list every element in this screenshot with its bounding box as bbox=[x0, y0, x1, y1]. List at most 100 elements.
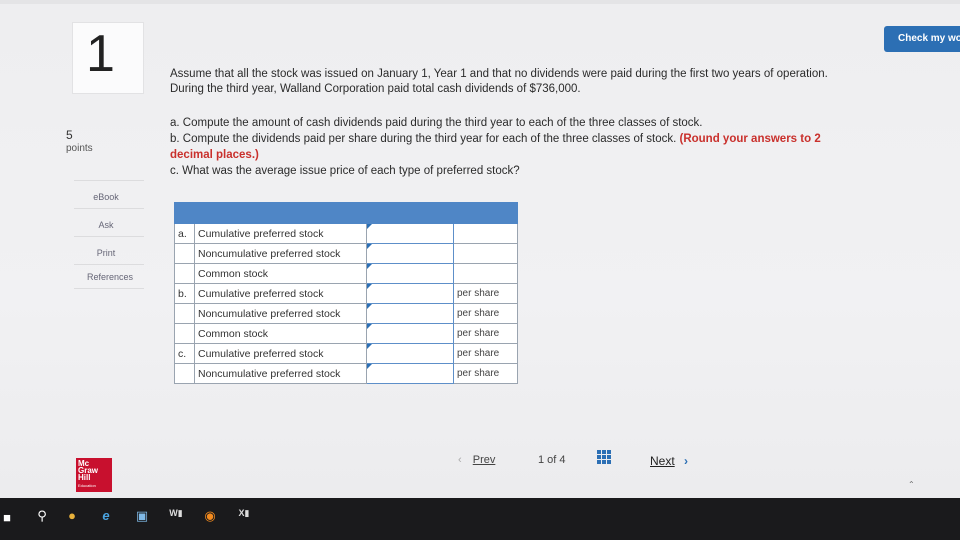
input-flag-icon bbox=[367, 224, 372, 229]
part-c-text: c. What was the average issue price of e… bbox=[170, 165, 520, 177]
ebook-link[interactable]: eBook bbox=[66, 192, 146, 202]
row-label: Cumulative preferred stock bbox=[194, 223, 367, 244]
intro-line-2: During the third year, Walland Corporati… bbox=[170, 83, 581, 95]
search-icon[interactable]: ⚲ bbox=[34, 508, 50, 524]
question-parts: a. Compute the amount of cash dividends … bbox=[170, 115, 950, 179]
row-label: Noncumulative preferred stock bbox=[194, 303, 367, 324]
row-unit: per share bbox=[453, 363, 518, 384]
table-row: Noncumulative preferred stock bbox=[174, 243, 518, 264]
top-strip bbox=[0, 0, 960, 4]
input-flag-icon bbox=[367, 304, 372, 309]
row-unit: per share bbox=[453, 343, 518, 364]
row-unit bbox=[453, 223, 518, 244]
part-b-text: b. Compute the dividends paid per share … bbox=[170, 131, 950, 147]
answer-input[interactable] bbox=[367, 345, 451, 362]
answer-cell bbox=[366, 343, 454, 364]
store-icon[interactable]: ▣ bbox=[134, 508, 150, 524]
input-flag-icon bbox=[367, 244, 372, 249]
excel-icon[interactable]: X▮ bbox=[234, 508, 254, 519]
row-label: Noncumulative preferred stock bbox=[194, 363, 367, 384]
input-flag-icon bbox=[367, 284, 372, 289]
row-unit: per share bbox=[453, 283, 518, 304]
next-label: Next bbox=[650, 454, 675, 468]
sidebar-divider bbox=[74, 264, 144, 265]
print-link[interactable]: Print bbox=[66, 248, 146, 258]
chrome-icon[interactable]: ● bbox=[64, 508, 80, 523]
table-row: Noncumulative preferred stock per share bbox=[174, 363, 518, 384]
answer-input[interactable] bbox=[367, 225, 451, 242]
chevron-right-icon: › bbox=[684, 454, 689, 468]
table-row: Noncumulative preferred stock per share bbox=[174, 303, 518, 324]
question-intro: Assume that all the stock was issued on … bbox=[170, 67, 950, 97]
prev-button[interactable]: ‹ Prev bbox=[458, 454, 495, 466]
mcgraw-hill-logo: Mc Graw Hill Education bbox=[76, 458, 112, 492]
rounding-note-2: decimal places.) bbox=[170, 149, 259, 161]
row-label: Common stock bbox=[194, 323, 367, 344]
question-grid-icon[interactable] bbox=[597, 450, 611, 464]
edge-icon[interactable]: e bbox=[98, 508, 114, 523]
part-b-main: b. Compute the dividends paid per share … bbox=[170, 133, 677, 145]
answer-cell bbox=[366, 363, 454, 384]
answer-table: a. Cumulative preferred stock Noncumulativ… bbox=[174, 202, 518, 384]
table-row: b. Cumulative preferred stock per share bbox=[174, 283, 518, 304]
row-letter bbox=[174, 363, 195, 384]
taskbar: ■ ⚲ ● e ▣ W▮ ◉ X▮ bbox=[0, 498, 960, 540]
points-value: 5 bbox=[66, 128, 73, 142]
sidebar-divider bbox=[74, 236, 144, 237]
answer-input[interactable] bbox=[367, 305, 451, 322]
row-label: Noncumulative preferred stock bbox=[194, 243, 367, 264]
row-letter: b. bbox=[174, 283, 195, 304]
row-label: Cumulative preferred stock bbox=[194, 343, 367, 364]
answer-cell bbox=[366, 263, 454, 284]
question-number: 1 bbox=[86, 25, 115, 83]
row-letter bbox=[174, 323, 195, 344]
row-unit bbox=[453, 243, 518, 264]
answer-cell bbox=[366, 223, 454, 244]
row-label: Common stock bbox=[194, 263, 367, 284]
row-unit bbox=[453, 263, 518, 284]
row-letter: c. bbox=[174, 343, 195, 364]
row-label: Cumulative preferred stock bbox=[194, 283, 367, 304]
row-letter: a. bbox=[174, 223, 195, 244]
points-label: points bbox=[66, 143, 93, 154]
chevron-left-icon: ‹ bbox=[458, 454, 462, 466]
table-row: a. Cumulative preferred stock bbox=[174, 223, 518, 244]
answer-input[interactable] bbox=[367, 245, 451, 262]
references-link[interactable]: References bbox=[70, 272, 150, 282]
assignment-page: Check my wo 1 5 points eBook Ask Print R… bbox=[0, 0, 960, 498]
table-header-row bbox=[174, 202, 518, 224]
word-icon[interactable]: W▮ bbox=[166, 508, 186, 519]
input-flag-icon bbox=[367, 324, 372, 329]
answer-cell bbox=[366, 303, 454, 324]
table-row: Common stock per share bbox=[174, 323, 518, 344]
input-flag-icon bbox=[367, 264, 372, 269]
table-row: Common stock bbox=[174, 263, 518, 284]
row-letter bbox=[174, 243, 195, 264]
row-letter bbox=[174, 303, 195, 324]
ask-link[interactable]: Ask bbox=[66, 220, 146, 230]
row-unit: per share bbox=[453, 303, 518, 324]
answer-input[interactable] bbox=[367, 265, 451, 282]
answer-input[interactable] bbox=[367, 285, 451, 302]
answer-input[interactable] bbox=[367, 365, 451, 382]
input-flag-icon bbox=[367, 344, 372, 349]
start-icon[interactable]: ■ bbox=[2, 510, 12, 525]
next-button[interactable]: Next › bbox=[650, 454, 688, 468]
table-row: c. Cumulative preferred stock per share bbox=[174, 343, 518, 364]
input-flag-icon bbox=[367, 364, 372, 369]
row-letter bbox=[174, 263, 195, 284]
sidebar-divider bbox=[74, 288, 144, 289]
firefox-icon[interactable]: ◉ bbox=[202, 508, 218, 524]
answer-cell bbox=[366, 323, 454, 344]
prev-label: Prev bbox=[472, 454, 496, 466]
check-my-work-button[interactable]: Check my wo bbox=[884, 26, 960, 52]
answer-cell bbox=[366, 243, 454, 264]
answer-input[interactable] bbox=[367, 325, 451, 342]
rounding-note-1: (Round your answers to 2 bbox=[679, 133, 821, 145]
tray-indicator: ⌃ bbox=[908, 480, 915, 489]
intro-line-1: Assume that all the stock was issued on … bbox=[170, 68, 828, 80]
row-unit: per share bbox=[453, 323, 518, 344]
answer-cell bbox=[366, 283, 454, 304]
sidebar-divider bbox=[74, 208, 144, 209]
sidebar-divider bbox=[74, 180, 144, 181]
